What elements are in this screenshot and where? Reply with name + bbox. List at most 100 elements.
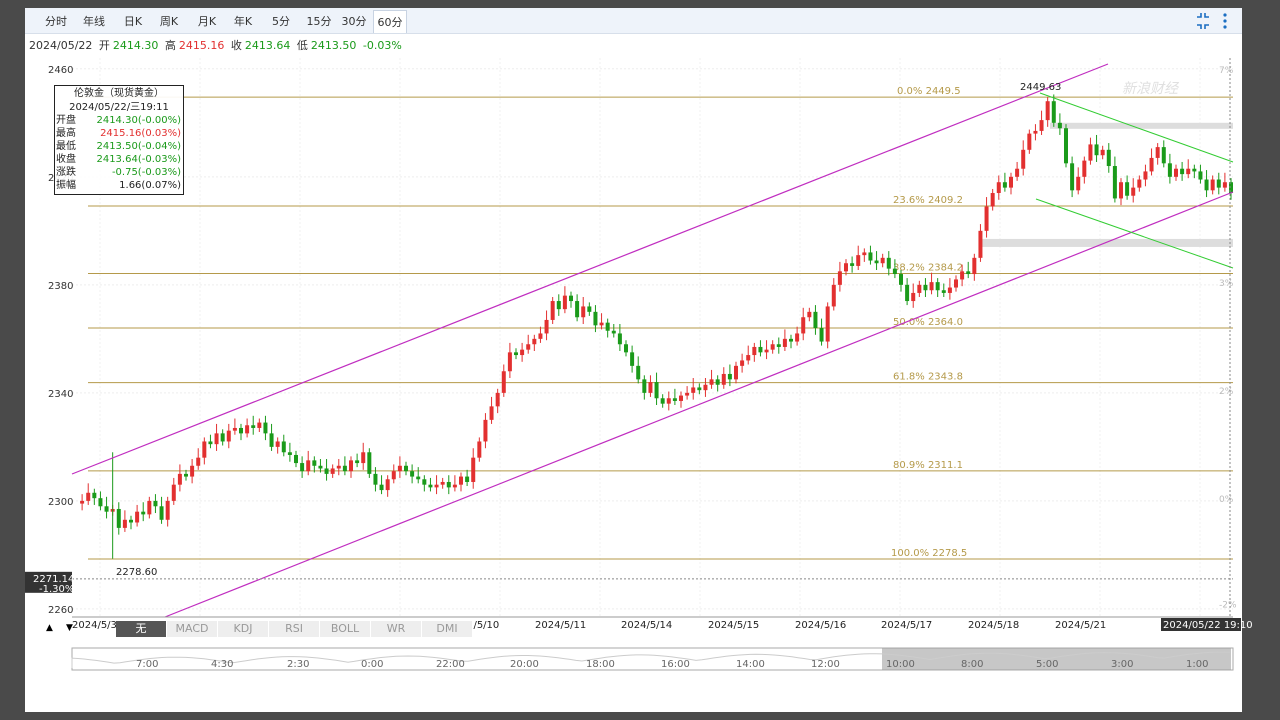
scroll-down-icon[interactable]: ▼ (66, 623, 73, 633)
y-tick-label: 2260 (48, 605, 73, 616)
resistance-band (1050, 122, 1233, 129)
candle-body (758, 346, 763, 353)
candle-body (86, 492, 91, 501)
navigator-label: 7:00 (136, 659, 158, 670)
candle-body (1198, 171, 1203, 180)
candle-body (899, 274, 903, 285)
pct-tick-label: 3% (1219, 279, 1234, 289)
candle-body (367, 452, 372, 474)
indicator-3[interactable]: RSI (269, 621, 320, 637)
candle-body (1076, 176, 1081, 191)
candle-body (1112, 166, 1117, 199)
candle-body (1100, 149, 1105, 156)
candle-body (923, 284, 928, 291)
candle-body (648, 382, 653, 393)
candle-body (587, 306, 592, 312)
candle-body (1216, 179, 1221, 188)
navigator-label: 5:00 (1036, 659, 1058, 670)
navigator-label: 16:00 (661, 659, 690, 670)
candle-body (239, 427, 243, 434)
candle-body (544, 319, 549, 334)
watermark-logo: 新浪财经 (1122, 81, 1180, 97)
candlestick-chart[interactable]: 2460242023802340230022607%3%2%0%-2%0.0% … (0, 0, 1280, 720)
candle-body (141, 511, 146, 515)
indicator-0[interactable]: 无 (116, 621, 167, 637)
candle-body (844, 263, 848, 272)
tooltip-row-label: 涨跌 (56, 167, 76, 178)
candle-body (1210, 179, 1215, 191)
candle-body (281, 441, 286, 453)
candle-body (251, 425, 256, 428)
candle-body (520, 349, 525, 356)
candle-body (465, 476, 470, 482)
candle-body (746, 355, 751, 361)
candle-body (104, 506, 109, 512)
tooltip-row: 最高 2415.16(0.03%) (55, 127, 183, 140)
candle-body (532, 338, 537, 345)
candle-body (1131, 187, 1136, 196)
candle-body (1002, 182, 1007, 188)
candle-body (776, 344, 781, 347)
candle-body (129, 519, 133, 523)
candle-body (1106, 149, 1111, 167)
candle-body (1192, 168, 1197, 172)
candle-body (318, 465, 323, 469)
indicator-1[interactable]: MACD (167, 621, 218, 637)
candle-body (245, 425, 250, 434)
tooltip-row: 最低 2413.50(-0.04%) (55, 140, 183, 153)
candle-body (685, 392, 690, 396)
candle-body (202, 441, 207, 458)
candle-body (935, 282, 940, 291)
indicator-4[interactable]: BOLL (320, 621, 371, 637)
candle-body (477, 441, 482, 458)
candle-body (1161, 147, 1166, 164)
x-axis-label: 2024/5/18 (968, 620, 1019, 631)
candle-body (514, 352, 518, 356)
candle-body (1222, 182, 1227, 188)
candle-body (294, 454, 298, 464)
candle-body (960, 271, 965, 280)
wedge-lower-line (1035, 198, 1234, 269)
candle-body (116, 508, 121, 528)
candle-body (715, 379, 720, 385)
candle-body (630, 352, 635, 366)
navigator-label: 0:00 (361, 659, 383, 670)
candle-body (275, 441, 280, 447)
candle-body (385, 479, 390, 491)
candle-body (171, 484, 176, 501)
candle-body (954, 279, 958, 288)
candle-body (624, 344, 628, 353)
candle-body (1167, 163, 1172, 177)
candle-body (721, 373, 726, 385)
candle-body (599, 322, 604, 326)
candle-body (697, 387, 702, 391)
candle-body (459, 476, 463, 485)
pct-tick-label: 2% (1219, 387, 1234, 397)
candle-body (226, 430, 231, 442)
tooltip-row: 开盘 2414.30(-0.00%) (55, 114, 183, 127)
candle-body (483, 419, 488, 442)
candle-body (929, 282, 934, 291)
candle-body (446, 481, 451, 488)
candle-body (355, 460, 360, 464)
x-axis-label: 2024/5/16 (795, 620, 846, 631)
candle-body (507, 352, 512, 372)
candle-body (98, 498, 103, 507)
candle-body (801, 317, 806, 334)
candle-body (679, 395, 683, 401)
candle-body (1033, 130, 1038, 134)
indicator-5[interactable]: WR (371, 621, 422, 637)
navigator-label: 2:30 (287, 659, 309, 670)
candle-body (691, 387, 696, 393)
fib-level-label: 23.6% 2409.2 (893, 195, 963, 206)
candle-body (1015, 168, 1020, 177)
candle-body (1155, 147, 1160, 158)
scroll-up-icon[interactable]: ▲ (46, 623, 53, 633)
candle-body (379, 484, 384, 491)
candle-body (196, 457, 201, 466)
candle-body (336, 465, 341, 469)
tooltip-row: 振幅 1.66(0.07%) (55, 179, 183, 192)
candle-body (789, 338, 793, 342)
indicator-6[interactable]: DMI (422, 621, 473, 637)
indicator-2[interactable]: KDJ (218, 621, 269, 637)
